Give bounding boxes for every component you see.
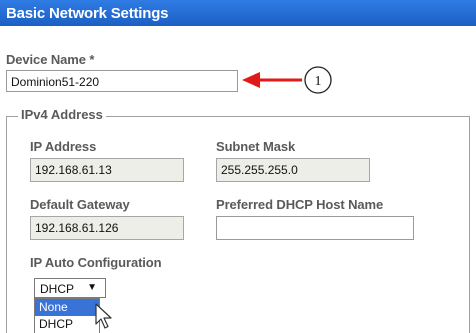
dropdown-option-none[interactable]: None bbox=[35, 299, 99, 316]
callout-annotation: 1 bbox=[242, 66, 332, 94]
ip-auto-configuration-select[interactable]: DHCP ▼ bbox=[34, 278, 106, 298]
ip-auto-configuration-dropdown: None DHCP bbox=[34, 298, 100, 333]
section-header: Basic Network Settings bbox=[0, 0, 476, 26]
preferred-dhcp-host-name-label: Preferred DHCP Host Name bbox=[216, 197, 384, 212]
device-name-input[interactable]: Dominion51-220 bbox=[6, 70, 238, 92]
subnet-mask-label: Subnet Mask bbox=[216, 139, 296, 154]
callout-arrowhead-icon bbox=[242, 72, 260, 88]
mouse-cursor-icon bbox=[95, 303, 112, 329]
dropdown-arrow-icon: ▼ bbox=[87, 282, 97, 293]
default-gateway-label: Default Gateway bbox=[30, 197, 130, 212]
subnet-mask-field: 255.255.255.0 bbox=[216, 158, 370, 182]
section-title: Basic Network Settings bbox=[6, 5, 169, 22]
dropdown-option-dhcp[interactable]: DHCP bbox=[35, 316, 99, 333]
ipv4-legend: IPv4 Address bbox=[18, 107, 106, 122]
default-gateway-field: 192.168.61.126 bbox=[30, 216, 184, 240]
ip-address-field: 192.168.61.13 bbox=[30, 158, 184, 182]
network-settings-page: Basic Network Settings Device Name * Dom… bbox=[0, 0, 476, 333]
device-name-label: Device Name * bbox=[6, 52, 95, 67]
ip-address-label: IP Address bbox=[30, 139, 97, 154]
preferred-dhcp-host-name-input[interactable] bbox=[216, 216, 414, 240]
select-current-value: DHCP bbox=[40, 282, 75, 296]
ip-auto-configuration-label: IP Auto Configuration bbox=[30, 255, 162, 270]
callout-number: 1 bbox=[315, 74, 322, 89]
